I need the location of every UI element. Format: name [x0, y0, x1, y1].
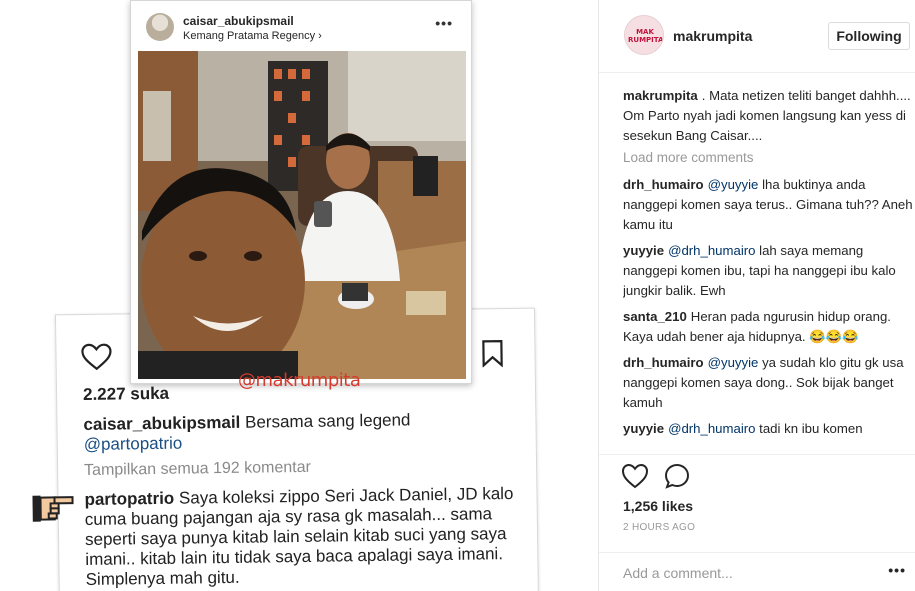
comment-item: drh_humairo @yuyyie lha buktinya anda nan…: [623, 175, 913, 235]
comment-mention-link[interactable]: @drh_humairo: [668, 421, 755, 436]
pointing-hand-icon: [32, 495, 74, 522]
screenshot-comment-user: partopatrio: [84, 488, 175, 509]
comment-username-link[interactable]: yuyyie: [623, 421, 664, 436]
like-heart-icon[interactable]: [621, 463, 649, 489]
screenshot-caption-user: caisar_abukipsmail: [83, 412, 241, 434]
screenshot-location: Kemang Pratama Regency ›: [183, 30, 322, 42]
post-screenshot-card: caisar_abukipsmail Kemang Pratama Regenc…: [130, 0, 472, 384]
post-actions: 1,256 likes 2 HOURS AGO •••: [599, 454, 915, 591]
screenshot-caption-mention: @partopatrio: [83, 433, 183, 454]
like-count[interactable]: 1,256 likes: [623, 498, 693, 514]
add-comment-section: •••: [599, 552, 915, 591]
more-options-icon[interactable]: •••: [888, 562, 906, 578]
caption: makrumpita. Mata netizen teliti banget d…: [623, 86, 913, 146]
comment-username-link[interactable]: yuyyie: [623, 243, 664, 258]
screenshot-like-count: 2.227 suka: [82, 383, 170, 404]
screenshot-caption: caisar_abukipsmail Bersama sang legend @…: [83, 409, 504, 455]
comment-item: yuyyie @drh_humairo lah saya memang nangg…: [623, 241, 913, 301]
screenshot-comment: partopatrio Saya koleksi zippo Seri Jack…: [84, 484, 515, 590]
comment-item: santa_210 Heran pada ngurusin hidup orang…: [623, 307, 913, 347]
bookmark-icon: [482, 340, 503, 368]
comment-bubble-icon[interactable]: [664, 463, 690, 489]
comment-item: yuyyie @drh_humairo tadi kn ibu komen: [623, 419, 913, 439]
watermark-text: @makrumpita: [238, 370, 361, 391]
screenshot-username: caisar_abukipsmail: [183, 14, 294, 28]
caption-username-link[interactable]: makrumpita: [623, 88, 698, 103]
screenshot-avatar: [146, 13, 174, 41]
comment-mention-link[interactable]: @drh_humairo: [668, 243, 755, 258]
avatar[interactable]: MAK RUMPITA: [624, 15, 664, 55]
following-button[interactable]: Following: [828, 22, 910, 50]
screenshot-caption-text: Bersama sang legend: [244, 410, 411, 432]
screenshot-more-icon: •••: [435, 15, 453, 31]
load-more-comments-link[interactable]: Load more comments: [623, 150, 913, 165]
heart-icon: [81, 343, 112, 371]
screenshot-view-all-comments: Tampilkan semua 192 komentar: [83, 458, 311, 479]
comment-username-link[interactable]: santa_210: [623, 309, 687, 324]
header-username-link[interactable]: makrumpita: [673, 28, 752, 44]
comment-username-link[interactable]: drh_humairo: [623, 177, 704, 192]
selfie-photo: [138, 51, 466, 379]
comment-mention-link[interactable]: @yuyyie: [708, 177, 759, 192]
avatar-logo-text: MAK RUMPITA: [628, 28, 664, 44]
comments-list[interactable]: makrumpita. Mata netizen teliti banget d…: [623, 86, 913, 454]
add-comment-input[interactable]: [623, 561, 863, 585]
post-media[interactable]: 2.227 suka caisar_abukipsmail Bersama sa…: [0, 0, 598, 591]
comment-mention-link[interactable]: @yuyyie: [708, 355, 759, 370]
comment-text: tadi kn ibu komen: [759, 421, 863, 436]
comment-username-link[interactable]: drh_humairo: [623, 355, 704, 370]
post-side-panel: MAK RUMPITA makrumpita Following makrump…: [598, 0, 915, 591]
post-timestamp[interactable]: 2 HOURS AGO: [623, 522, 695, 533]
comment-item: drh_humairo @yuyyie ya sudah klo gitu gk …: [623, 353, 913, 413]
post-header: MAK RUMPITA makrumpita Following: [599, 0, 915, 73]
